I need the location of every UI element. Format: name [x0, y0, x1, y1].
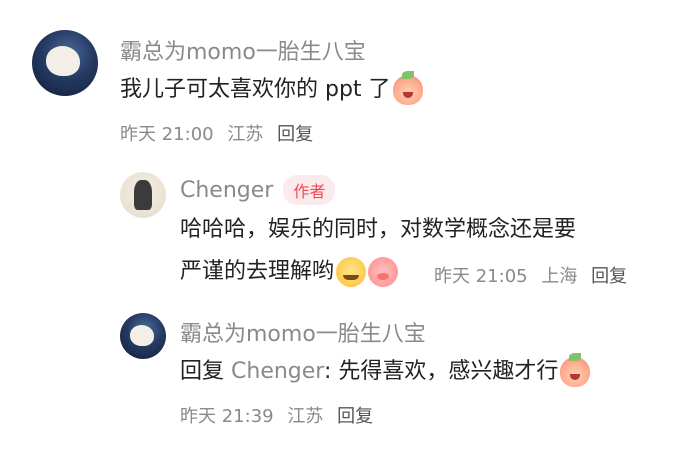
reply-text[interactable]: 回复 Chenger: 先得喜欢，感兴趣才行 [180, 352, 591, 392]
reply-meta: 昨天 21:05 上海 回复 [434, 262, 627, 288]
reply-button[interactable]: 回复 [337, 406, 373, 427]
comment-author-row: 霸总为momo一胎生八宝 [120, 34, 366, 66]
comment-item: 霸总为momo一胎生八宝 我儿子可太喜欢你的 ppt 了 昨天 21:00 江苏… [0, 0, 690, 160]
comment-text[interactable]: 我儿子可太喜欢你的 ppt 了 [120, 70, 423, 110]
reply-text-line-1[interactable]: 哈哈哈，娱乐的同时，对数学概念还是要 [180, 210, 576, 250]
comment-meta: 昨天 21:00 江苏 回复 [120, 120, 313, 146]
crying-laugh-peach-emoji-icon [392, 71, 423, 105]
avatar[interactable] [32, 30, 98, 96]
reply-text-line-2[interactable]: 严谨的去理解哟 [180, 252, 399, 292]
reply-text-content: 严谨的去理解哟 [180, 259, 335, 284]
avatar[interactable] [120, 313, 166, 359]
comment-author[interactable]: 霸总为momo一胎生八宝 [120, 34, 366, 66]
crying-laugh-peach-emoji-icon [560, 353, 591, 387]
reply-text-content: : 先得喜欢，感兴趣才行 [323, 359, 559, 384]
smile-emoji-icon [336, 257, 367, 287]
reply-button[interactable]: 回复 [591, 266, 627, 287]
author-badge: 作者 [283, 175, 336, 205]
avatar[interactable] [120, 172, 166, 218]
pig-emoji-icon [368, 257, 399, 287]
reply-author[interactable]: Chenger [180, 178, 273, 203]
reply-button[interactable]: 回复 [277, 124, 313, 145]
comment-location: 江苏 [227, 124, 264, 145]
comment-time: 昨天 21:00 [120, 124, 214, 145]
person-avatar-image [134, 180, 152, 210]
reply-location: 江苏 [287, 406, 324, 427]
goat-avatar-image [130, 325, 154, 346]
reply-target[interactable]: Chenger [231, 359, 324, 384]
reply-time: 昨天 21:05 [434, 266, 528, 287]
reply-meta: 昨天 21:39 江苏 回复 [180, 402, 373, 428]
reply-author-row: Chenger 作者 [180, 175, 336, 205]
reply-prefix: 回复 [180, 359, 225, 384]
goat-avatar-image [46, 46, 80, 76]
reply-author[interactable]: 霸总为momo一胎生八宝 [180, 316, 426, 348]
comment-text-content: 我儿子可太喜欢你的 ppt 了 [120, 77, 391, 102]
reply-location: 上海 [541, 266, 578, 287]
reply-time: 昨天 21:39 [180, 406, 274, 427]
reply-author-row: 霸总为momo一胎生八宝 [180, 316, 426, 348]
